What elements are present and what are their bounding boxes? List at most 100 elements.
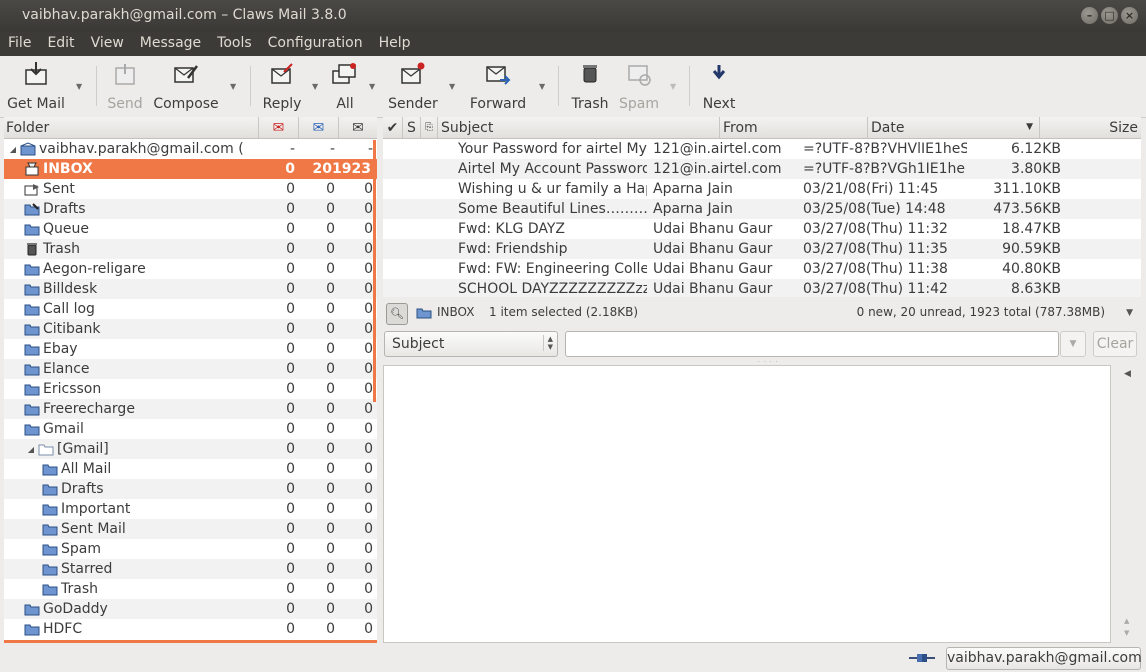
folder-row[interactable]: Aegon-religare 0 0 0 [4,259,377,279]
menu-help[interactable]: Help [371,32,419,56]
folder-row[interactable]: Drafts 0 0 0 [4,479,377,499]
forward-button[interactable]: Forward [468,60,528,112]
message-row[interactable]: Some Beautiful Lines…………… Aparna Jain 03/2… [383,199,1141,219]
folder-row[interactable]: Sent 0 0 0 [4,179,377,199]
window-title: vaibhav.parakh@gmail.com – Claws Mail 3.… [22,7,347,23]
folder-row[interactable]: Important 0 0 0 [4,499,377,519]
folder-row[interactable]: Spam 0 0 0 [4,539,377,559]
next-button[interactable]: Next [700,60,738,112]
folder-row[interactable]: Drafts 0 0 0 [4,199,377,219]
new-column-header[interactable]: ✉ [259,117,299,138]
menu-view[interactable]: View [83,32,132,56]
folder-row[interactable]: ◢ vaibhav.parakh@gmail.com (- - - [4,139,377,159]
date-column-header[interactable]: Date ▼ [868,117,1040,138]
scroll-up-icon[interactable]: ▲ [1124,617,1129,625]
folder-total-count: 0 [364,541,373,557]
expander-icon[interactable]: ◢ [6,145,20,154]
message-list[interactable]: ✔ S ⎘ Subject From Date ▼ Size Your Passw… [383,117,1141,297]
toggle-search-button[interactable]: 🔍︎ [386,303,408,325]
reply-sender-button[interactable]: Sender [388,60,438,112]
compose-button[interactable]: Compose [152,60,220,112]
compose-dropdown-icon[interactable]: ▼ [230,82,236,91]
folder-row[interactable]: HDFC 0 0 0 [4,619,377,639]
reply-all-button[interactable]: All [330,60,360,112]
message-row[interactable]: Fwd: KLG DAYZ Udai Bhanu Gaur 03/27/08(Thu… [383,219,1141,239]
folder-row[interactable]: Elance 0 0 0 [4,359,377,379]
folder-column-header[interactable]: Folder [4,117,259,138]
folder-unread-count: 0 [326,381,335,397]
clear-button[interactable]: Clear [1093,331,1137,357]
toolbar-separator [689,66,690,106]
folder-row[interactable]: Starred 0 0 0 [4,559,377,579]
folder-row[interactable]: ◢ [Gmail] 0 0 0 [4,439,377,459]
collapse-arrow-icon[interactable]: ◀ [1124,369,1131,379]
folder-row[interactable]: INBOX 0 201923 [4,159,377,179]
message-preview[interactable] [383,365,1111,643]
message-row[interactable]: Your Password for airtel My account 121@i… [383,139,1141,159]
scroll-down-icon[interactable]: ▼ [1124,629,1129,637]
folder-row[interactable]: Trash 0 0 0 [4,239,377,259]
folder-row[interactable]: GoDaddy 0 0 0 [4,599,377,619]
unread-column-header[interactable]: ✉ [299,117,339,138]
folder-row[interactable]: Citibank 0 0 0 [4,319,377,339]
get-mail-dropdown-icon[interactable]: ▼ [76,82,82,91]
folder-row[interactable]: Call log 0 0 0 [4,299,377,319]
folder-row[interactable]: All Mail 0 0 0 [4,459,377,479]
from-column-header[interactable]: From [720,117,868,138]
folder-row[interactable]: Ebay 0 0 0 [4,339,377,359]
reply-dropdown-icon[interactable]: ▼ [312,82,318,91]
message-row[interactable]: Fwd: Friendship Udai Bhanu Gaur 03/27/08(T… [383,239,1141,259]
message-row[interactable]: Wishing u & ur family a Happy & Co Aparna… [383,179,1141,199]
minimize-icon[interactable]: – [1081,7,1098,24]
folder-scrollbar[interactable] [373,140,376,402]
send-button[interactable]: Send [106,60,144,112]
attachment-column-header[interactable]: ⎘ [421,117,438,138]
menu-edit[interactable]: Edit [39,32,82,56]
folder-row[interactable]: Queue 0 0 0 [4,219,377,239]
maximize-icon[interactable]: □ [1101,7,1118,24]
get-mail-button[interactable]: Get Mail [6,60,66,112]
chevron-down-icon[interactable]: ▼ [1126,308,1133,318]
folder-label: All Mail [61,461,112,477]
menu-message[interactable]: Message [132,32,209,56]
folder-total-count: 0 [364,441,373,457]
size-column-header[interactable]: Size [1040,117,1141,138]
search-history-dropdown[interactable]: ▼ [1060,331,1086,357]
spam-dropdown-icon[interactable]: ▼ [670,82,676,91]
folder-row[interactable]: Gmail 0 0 0 [4,419,377,439]
close-icon[interactable]: × [1121,7,1138,24]
check-column-header[interactable]: ✔ [383,117,403,138]
folder-new-count: 0 [286,401,295,417]
menu-file[interactable]: File [0,32,39,56]
search-input[interactable] [565,331,1059,357]
folder-row[interactable]: Trash 0 0 0 [4,579,377,599]
account-selector[interactable]: vaibhav.parakh@gmail.com [946,647,1142,670]
search-type-select[interactable]: Subject ▲ ▼ [384,331,558,357]
expander-icon[interactable]: ◢ [24,445,38,454]
total-column-header[interactable]: ✉ [339,117,377,138]
online-plug-icon[interactable] [908,651,936,665]
message-row[interactable]: Airtel My Account Password 121@in.airtel.… [383,159,1141,179]
status-column-header[interactable]: S [403,117,421,138]
folder-name-cell: Trash [4,581,261,597]
folder-row[interactable]: Billdesk 0 0 0 [4,279,377,299]
sender-dropdown-icon[interactable]: ▼ [449,82,455,91]
folder-tree[interactable]: Folder ✉ ✉ ✉ ◢ vaibhav.parakh@gmail.com (… [4,117,377,643]
message-row[interactable]: SCHOOL DAYZZZZZZZZZzz Udai Bhanu Gaur 03/2… [383,279,1141,297]
spam-button[interactable]: Spam [618,60,660,112]
forward-dropdown-icon[interactable]: ▼ [539,82,545,91]
reply-button[interactable]: Reply [260,60,304,112]
trash-button[interactable]: Trash [568,60,612,112]
subject-column-header[interactable]: Subject [438,117,720,138]
folder-row[interactable]: Freerecharge 0 0 0 [4,399,377,419]
folder-row[interactable]: Sent Mail 0 0 0 [4,519,377,539]
folder-new-count: 0 [286,301,295,317]
menu-tools[interactable]: Tools [209,32,260,56]
reply-all-dropdown-icon[interactable]: ▼ [369,82,375,91]
folder-row[interactable]: Ericsson 0 0 0 [4,379,377,399]
folder-label: Starred [61,561,113,577]
message-subject: Fwd: Friendship [458,241,568,257]
message-row[interactable]: Fwd: FW: Engineering College……to Udai Bha… [383,259,1141,279]
menu-configuration[interactable]: Configuration [260,32,371,56]
preview-scrollbar[interactable]: ◀ ▲ ▼ [1115,365,1141,643]
